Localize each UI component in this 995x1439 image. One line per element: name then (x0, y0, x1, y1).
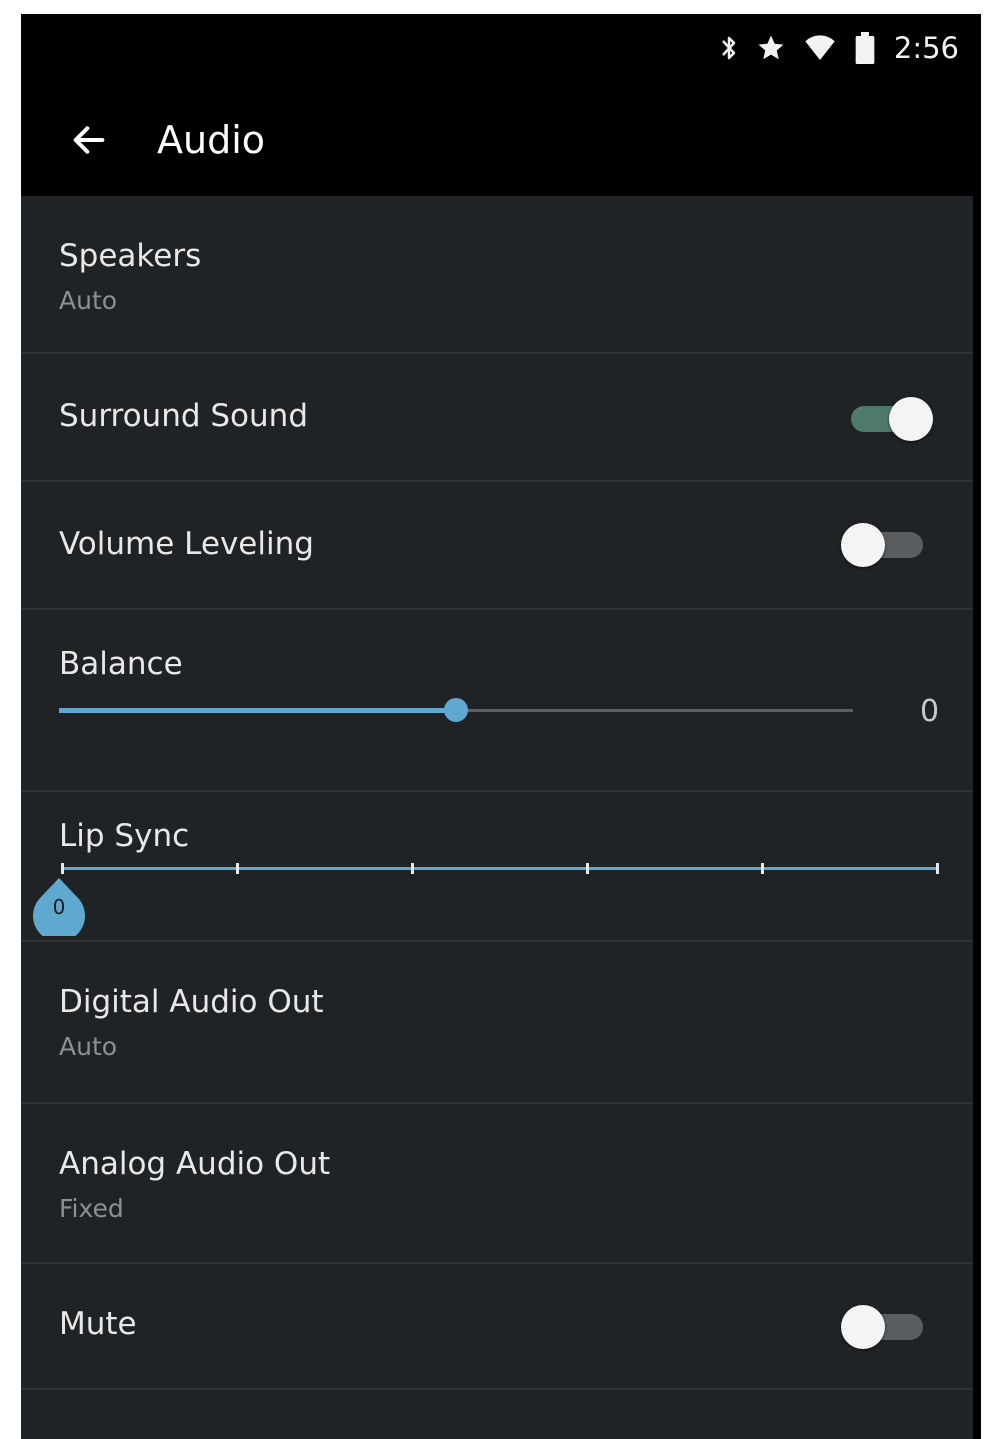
toggle-thumb (841, 523, 885, 567)
balance-slider[interactable] (59, 696, 853, 726)
lip-sync-label: Lip Sync (59, 818, 190, 854)
speakers-label: Speakers (59, 238, 202, 274)
mute-row[interactable]: Mute (21, 1264, 973, 1390)
back-button[interactable] (61, 112, 117, 168)
surround-sound-label: Surround Sound (59, 398, 308, 434)
slider-tick (761, 863, 764, 874)
volume-leveling-row[interactable]: Volume Leveling (21, 482, 973, 610)
android-screen: 2:56 Audio Speakers Auto Surround Sound … (21, 14, 981, 1439)
lip-sync-row: Lip Sync 0 (21, 792, 973, 942)
balance-row: Balance 0 (21, 610, 973, 792)
balance-value: 0 (920, 694, 940, 729)
surround-sound-row[interactable]: Surround Sound (21, 354, 973, 482)
app-bar: Audio (21, 82, 981, 196)
bluetooth-icon (720, 33, 738, 63)
volume-leveling-label: Volume Leveling (59, 526, 314, 562)
audio-settings-list: Speakers Auto Surround Sound Volume Leve… (21, 196, 973, 1439)
volume-leveling-toggle[interactable] (841, 520, 931, 570)
slider-track-active (59, 708, 456, 713)
mute-toggle[interactable] (841, 1302, 931, 1352)
toggle-thumb (841, 1305, 885, 1349)
analog-audio-out-value: Fixed (59, 1194, 124, 1223)
arrow-left-icon (73, 126, 105, 154)
status-icons: 2:56 (720, 28, 959, 68)
toggle-thumb (889, 397, 933, 441)
status-bar: 2:56 (21, 14, 981, 82)
digital-audio-out-row[interactable]: Digital Audio Out Auto (21, 942, 973, 1104)
mute-label: Mute (59, 1306, 137, 1342)
lip-sync-value: 0 (52, 895, 66, 919)
status-time: 2:56 (893, 31, 959, 65)
slider-tick (236, 863, 239, 874)
page-title: Audio (157, 118, 266, 162)
balance-label: Balance (59, 646, 183, 682)
analog-audio-out-row[interactable]: Analog Audio Out Fixed (21, 1104, 973, 1264)
digital-audio-out-value: Auto (59, 1032, 118, 1061)
slider-thumb[interactable] (444, 698, 468, 722)
speakers-row[interactable]: Speakers Auto (21, 196, 973, 354)
slider-tick (936, 863, 939, 874)
slider-track (61, 867, 939, 870)
slider-tick (61, 863, 64, 874)
battery-icon (854, 32, 876, 64)
star-icon (756, 33, 786, 63)
wifi-icon (804, 33, 836, 63)
digital-audio-out-label: Digital Audio Out (59, 984, 324, 1020)
analog-audio-out-label: Analog Audio Out (59, 1146, 331, 1182)
surround-sound-toggle[interactable] (845, 394, 935, 444)
lip-sync-thumb[interactable]: 0 (31, 878, 87, 942)
slider-tick (411, 863, 414, 874)
slider-tick (586, 863, 589, 874)
lip-sync-slider[interactable] (61, 858, 941, 882)
speakers-value: Auto (59, 286, 118, 315)
